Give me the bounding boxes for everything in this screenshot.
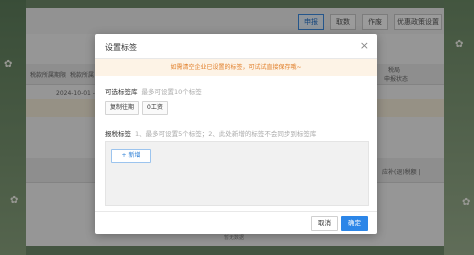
selected-tags-label: 报税标签 (105, 130, 131, 138)
divider (95, 211, 377, 212)
confirm-button[interactable]: 确定 (341, 216, 368, 231)
dialog-title: 设置标签 (105, 43, 137, 52)
optional-tags-label: 可选标签库 (105, 88, 138, 96)
selected-tags-area: + 新增 (105, 141, 369, 206)
plus-icon: + (121, 152, 127, 159)
notice-banner: 如需清空企业已设置的标签，可试试直接保存哦~ (95, 59, 377, 76)
optional-tags-hint: 最多可设置10个标签 (141, 88, 202, 96)
add-tag-button[interactable]: + 新增 (111, 149, 151, 163)
selected-tags-heading: 报税标签 1、最多可设置5个标签；2、此处新增的标签不会同步到标签库 (105, 128, 316, 138)
set-tags-dialog: 设置标签 × 如需清空企业已设置的标签，可试试直接保存哦~ 可选标签库 最多可设置… (95, 34, 377, 234)
optional-tags-heading: 可选标签库 最多可设置10个标签 (105, 86, 202, 96)
close-icon[interactable]: × (360, 39, 369, 53)
selected-tags-hint: 1、最多可设置5个标签；2、此处新增的标签不会同步到标签库 (135, 130, 317, 138)
tag-zero-salary[interactable]: 0工资 (142, 101, 168, 115)
tag-copy-previous[interactable]: 复制往期 (105, 101, 140, 115)
cancel-button[interactable]: 取消 (311, 216, 338, 231)
add-tag-label: 新增 (128, 152, 141, 159)
